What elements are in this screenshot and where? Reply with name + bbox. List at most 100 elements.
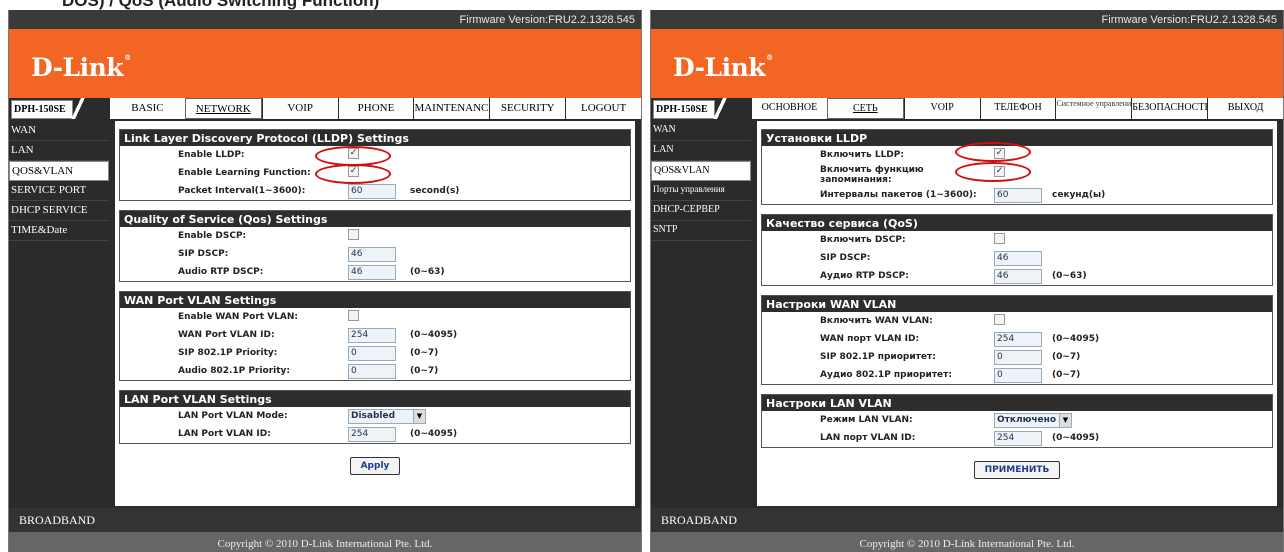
top-nav: DPH-150SE ОСНОВНОЕ СЕТЬ VOIP ТЕЛЕФОН Сис… (651, 98, 1283, 119)
enable-dscp-checkbox[interactable] (348, 229, 359, 240)
sidebar-item-3[interactable]: SERVICE PORT (9, 181, 109, 201)
model-label: DPH-150SE (653, 100, 715, 119)
english-settings-panel: Firmware Version:FRU2.2.1328.545 D-Link®… (8, 10, 642, 552)
packet-interval-unit: second(s) (410, 186, 460, 196)
header-banner: D-Link® (651, 29, 1283, 98)
packet-interval-input[interactable]: 60 (994, 188, 1042, 203)
sip-priority-label: SIP 802.1P Priority: (178, 348, 278, 358)
sidebar-item-0[interactable]: WAN (9, 121, 109, 141)
dlink-logo: D-Link® (31, 53, 131, 82)
qos-section-title: Quality of Service (Qos) Settings (120, 211, 630, 227)
qos-section-title: Качество сервиса (QoS) (762, 215, 1272, 231)
lan-vlan-id-input[interactable]: 254 (348, 427, 396, 442)
apply-button[interactable]: ПРИМЕНИТЬ (973, 461, 1061, 479)
sidebar-item-2[interactable]: QOS&VLAN (9, 161, 109, 181)
wan-vlan-section: Настроки WAN VLAN Включить WAN VLAN: WAN… (761, 295, 1273, 385)
enable-wan-vlan-checkbox[interactable] (994, 314, 1005, 325)
packet-interval-label: Интервалы пакетов (1~3600): (820, 190, 977, 200)
sip-priority-input[interactable]: 0 (348, 346, 396, 361)
lan-vlan-section-title: Настроки LAN VLAN (762, 395, 1272, 411)
lan-vlan-section: LAN Port VLAN Settings LAN Port VLAN Mod… (119, 390, 631, 444)
lan-vlan-mode-label: LAN Port VLAN Mode: (178, 411, 288, 421)
audio-priority-input[interactable]: 0 (348, 364, 396, 379)
copyright: Copyright © 2010 D-Link International Pt… (651, 532, 1283, 552)
dropdown-arrow-icon: ▼ (413, 410, 425, 423)
sip-priority-label: SIP 802.1P приоритет: (820, 352, 936, 362)
audio-priority-input[interactable]: 0 (994, 368, 1042, 383)
tab-5[interactable]: БЕЗОПАСНОСТЬ (1131, 98, 1208, 119)
tab-2[interactable]: VOIP (261, 98, 338, 119)
audio-priority-range: (0~7) (1052, 370, 1081, 380)
sip-dscp-label: SIP DSCP: (820, 253, 871, 263)
enable-lldp-label: Enable LLDP: (178, 150, 245, 160)
lan-vlan-id-range: (0~4095) (1052, 433, 1100, 443)
dropdown-arrow-icon: ▼ (1059, 414, 1071, 427)
sidebar-item-2[interactable]: QOS&VLAN (651, 161, 751, 181)
lan-vlan-mode-select[interactable]: Disabled ▼ (348, 409, 426, 424)
enable-wan-vlan-label: Enable WAN Port VLAN: (178, 312, 298, 322)
tab-0[interactable]: BASIC (109, 98, 185, 119)
tab-3[interactable]: ТЕЛЕФОН (979, 98, 1056, 119)
tab-5[interactable]: SECURITY (489, 98, 566, 119)
audio-rtp-dscp-input[interactable]: 46 (994, 269, 1042, 284)
enable-dscp-checkbox[interactable] (994, 233, 1005, 244)
caption-fragment: DOS) / QoS (Audio Switching Function) (0, 0, 1284, 10)
copyright: Copyright © 2010 D-Link International Pt… (9, 532, 641, 552)
enable-dscp-label: Enable DSCP: (178, 231, 247, 241)
wan-vlan-section-title: Настроки WAN VLAN (762, 296, 1272, 312)
tab-6[interactable]: LOGOUT (565, 98, 641, 119)
tab-4[interactable]: MAINTENANCE (413, 98, 490, 119)
wan-vlan-section-title: WAN Port VLAN Settings (120, 292, 630, 308)
lan-vlan-id-label: LAN Port VLAN ID: (178, 429, 271, 439)
lan-vlan-mode-select[interactable]: Отключено ▼ (994, 413, 1072, 428)
tab-6[interactable]: ВЫХОД (1207, 98, 1283, 119)
audio-rtp-dscp-range: (0~63) (410, 267, 445, 277)
highlight-oval-lldp (955, 142, 1031, 162)
wan-vlan-id-input[interactable]: 254 (348, 328, 396, 343)
lldp-section-title: Link Layer Discovery Protocol (LLDP) Set… (120, 130, 630, 146)
broadband-bar: BROADBAND (9, 508, 641, 532)
sip-priority-input[interactable]: 0 (994, 350, 1042, 365)
header-banner: D-Link® (9, 29, 641, 98)
firmware-version: Firmware Version:FRU2.2.1328.545 (9, 10, 641, 29)
tab-4[interactable]: Системное управление (1055, 98, 1132, 119)
highlight-oval-learning (315, 164, 391, 184)
sidebar-item-4[interactable]: DHCP SERVICE (9, 201, 109, 221)
sidebar-item-3[interactable]: Порты управления (651, 181, 751, 201)
tab-bar: BASIC NETWORK VOIP PHONE MAINTENANCE SEC… (109, 98, 641, 119)
sip-dscp-input[interactable]: 46 (348, 247, 396, 262)
enable-wan-vlan-checkbox[interactable] (348, 310, 359, 321)
wan-vlan-id-input[interactable]: 254 (994, 332, 1042, 347)
apply-button[interactable]: Apply (349, 457, 401, 475)
wan-vlan-id-range: (0~4095) (410, 330, 458, 340)
tab-2[interactable]: VOIP (903, 98, 980, 119)
lan-vlan-id-input[interactable]: 254 (994, 431, 1042, 446)
sidebar-item-4[interactable]: DHCP-СЕРВЕР (651, 201, 751, 221)
sip-dscp-input[interactable]: 46 (994, 251, 1042, 266)
packet-interval-input[interactable]: 60 (348, 184, 396, 199)
slash-decoration (71, 98, 85, 119)
wan-vlan-section: WAN Port VLAN Settings Enable WAN Port V… (119, 291, 631, 381)
sidebar-item-1[interactable]: LAN (651, 141, 751, 161)
sip-priority-range: (0~7) (410, 348, 439, 358)
wan-vlan-id-label: WAN порт VLAN ID: (820, 334, 920, 344)
enable-lldp-label: Включить LLDP: (820, 150, 904, 160)
lan-vlan-section: Настроки LAN VLAN Режим LAN VLAN: Отключе… (761, 394, 1273, 448)
sidebar-item-5[interactable]: SNTP (651, 221, 751, 241)
tab-0[interactable]: ОСНОВНОЕ (751, 98, 827, 119)
packet-interval-label: Packet Interval(1~3600): (178, 186, 306, 196)
audio-rtp-dscp-input[interactable]: 46 (348, 265, 396, 280)
sip-dscp-label: SIP DSCP: (178, 249, 229, 259)
tab-1[interactable]: СЕТЬ (826, 98, 904, 119)
lan-vlan-mode-label: Режим LAN VLAN: (820, 415, 913, 425)
highlight-oval-lldp (315, 146, 391, 166)
tab-bar: ОСНОВНОЕ СЕТЬ VOIP ТЕЛЕФОН Системное упр… (751, 98, 1283, 119)
audio-rtp-dscp-label: Аудио RTP DSCP: (820, 271, 909, 281)
learning-function-label: Включить функцию запоминания: (820, 165, 924, 185)
sidebar-item-0[interactable]: WAN (651, 121, 751, 141)
sidebar-item-1[interactable]: LAN (9, 141, 109, 161)
sidebar-item-5[interactable]: TIME&Date (9, 221, 109, 241)
tab-3[interactable]: PHONE (337, 98, 414, 119)
tab-1[interactable]: NETWORK (184, 98, 262, 119)
audio-priority-range: (0~7) (410, 366, 439, 376)
